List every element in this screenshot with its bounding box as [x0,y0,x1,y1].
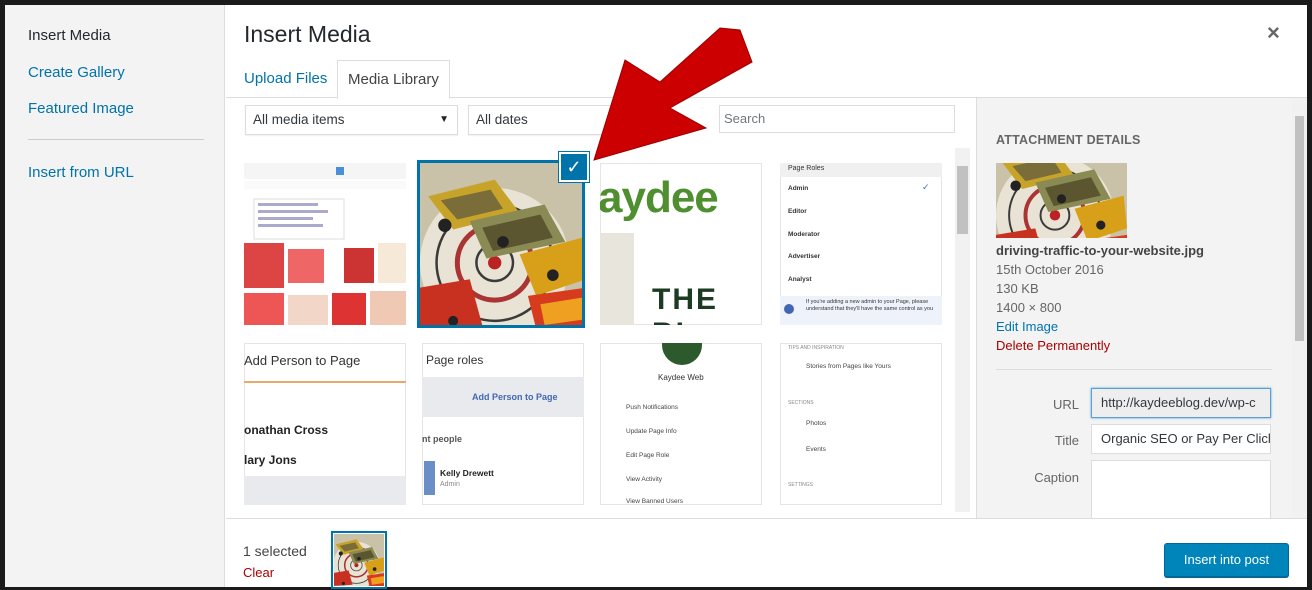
role-analyst: Analyst [788,276,812,283]
menu-item-insert-from-url[interactable]: Insert from URL [28,164,134,181]
menu-item-create-gallery[interactable]: Create Gallery [28,64,125,81]
page-roles-title: Page roles [426,353,484,367]
selection-count: 1 selected [243,543,307,559]
modal-title: Insert Media [244,21,371,47]
add-person-row: Add Person to Page [422,377,584,417]
clear-selection-link[interactable]: Clear [243,565,274,580]
date-value: All dates [476,112,528,127]
divider [244,381,406,383]
close-icon[interactable]: × [1267,20,1280,46]
info-icon [784,304,794,314]
avatar [424,461,435,495]
edit-image-link[interactable]: Edit Image [996,319,1058,334]
menu-text: Events [806,446,826,453]
url-label: URL [1052,397,1079,412]
info-note-text: If you're adding a new admin to your Pag… [806,299,934,312]
add-person-title: Add Person to Page [244,353,361,368]
details-scrollbar-thumb[interactable] [1295,116,1304,341]
logo-shape [600,233,634,325]
title-field[interactable]: Organic SEO or Pay Per Clicl [1091,424,1271,454]
menu-item-featured-image[interactable]: Featured Image [28,100,134,117]
search-input[interactable]: Search [719,105,955,133]
toy-cars-image [334,534,384,586]
media-toolbar-footer: 1 selected Clear Insert into post [226,518,1307,587]
section-head: SETTINGS [788,482,814,488]
media-type-value: All media items [253,112,345,127]
add-person-button-label: Add Person to Page [472,392,558,402]
details-dimensions: 1400 × 800 [996,300,1062,315]
details-thumbnail [996,163,1127,238]
menu-text: Stories from Pages like Yours [806,363,891,370]
grid-scrollbar-thumb[interactable] [957,166,968,234]
tab-upload-files[interactable]: Upload Files [234,60,337,99]
menu-item-insert-media[interactable]: Insert Media [28,27,111,44]
media-type-select[interactable]: All media items ▼ [245,105,458,135]
role-admin: Admin [788,185,809,192]
caption-label: Caption [1034,470,1079,485]
insert-into-post-button[interactable]: Insert into post [1164,543,1289,577]
attachment-thumb-selected[interactable] [420,163,582,325]
menu-text: Update Page Info [626,428,677,435]
check-icon[interactable]: ✓ [559,152,589,182]
attachment-thumb[interactable]: Add Person to Page onathan Cross lary Jo… [244,343,406,505]
attachment-thumb[interactable]: TIPS AND INSPIRATION Stories from Pages … [780,343,942,505]
attachment-thumb[interactable] [244,163,406,325]
menu-text: Edit Page Role [626,452,670,459]
menu-text: Photos [806,420,827,427]
section-label: nt people [422,434,462,444]
attachment-details: Attachment Details driving-traffic-to-yo… [976,98,1307,518]
page-roles-title: Page Roles [788,165,825,172]
details-date: 15th October 2016 [996,262,1104,277]
menu-text: View Banned Users [626,498,683,505]
person-name: Kelly Drewett [440,468,494,478]
router-tabs: Upload Files Media Library [226,60,1307,99]
toy-cars-image [996,163,1127,238]
blog-heading-text: THE BL [652,283,718,325]
menu-text: View Activity [626,476,663,483]
details-filesize: 130 KB [996,281,1039,296]
details-heading: Attachment Details [996,133,1141,147]
role-advertiser: Advertiser [788,253,821,260]
screenshot-thumb-image [244,163,406,325]
section-head: TIPS AND INSPIRATION [788,345,844,351]
divider [996,369,1272,370]
menu-separator [28,139,204,140]
selected-thumb[interactable] [334,534,384,586]
tab-media-library[interactable]: Media Library [337,60,450,99]
delete-permanently-link[interactable]: Delete Permanently [996,338,1110,353]
section-head: SECTIONS [788,400,814,406]
attachment-thumb[interactable]: Kaydee Web Push Notifications Update Pag… [600,343,762,505]
person-name: lary Jons [244,453,297,467]
details-filename: driving-traffic-to-your-website.jpg [996,243,1204,258]
person-role: Admin [440,481,460,488]
role-editor: Editor [788,208,807,215]
thumb-footer [244,476,406,505]
page-name: Kaydee Web [658,373,704,382]
info-note: If you're adding a new admin to your Pag… [780,296,942,325]
attachment-thumb[interactable]: aydee THE BL [600,163,762,325]
check-icon: ✓ [922,182,930,192]
attachment-thumb[interactable]: Page roles Add Person to Page nt people … [422,343,584,505]
chevron-down-icon: ▼ [439,114,449,125]
media-menu: Insert Media Create Gallery Featured Ima… [5,5,225,587]
role-moderator: Moderator [788,231,820,238]
date-select[interactable]: All dates [468,105,618,135]
url-field[interactable]: http://kaydeeblog.dev/wp-c [1091,388,1271,418]
caption-field[interactable] [1091,460,1271,518]
logo-text: aydee [600,173,719,222]
attachment-thumb[interactable]: Page Roles Admin ✓ Editor Moderator Adve… [780,163,942,325]
title-label: Title [1054,433,1079,448]
toy-cars-image [420,163,582,325]
logo-icon [662,343,702,365]
menu-text: Push Notifications [626,404,679,411]
person-name: onathan Cross [244,423,329,437]
